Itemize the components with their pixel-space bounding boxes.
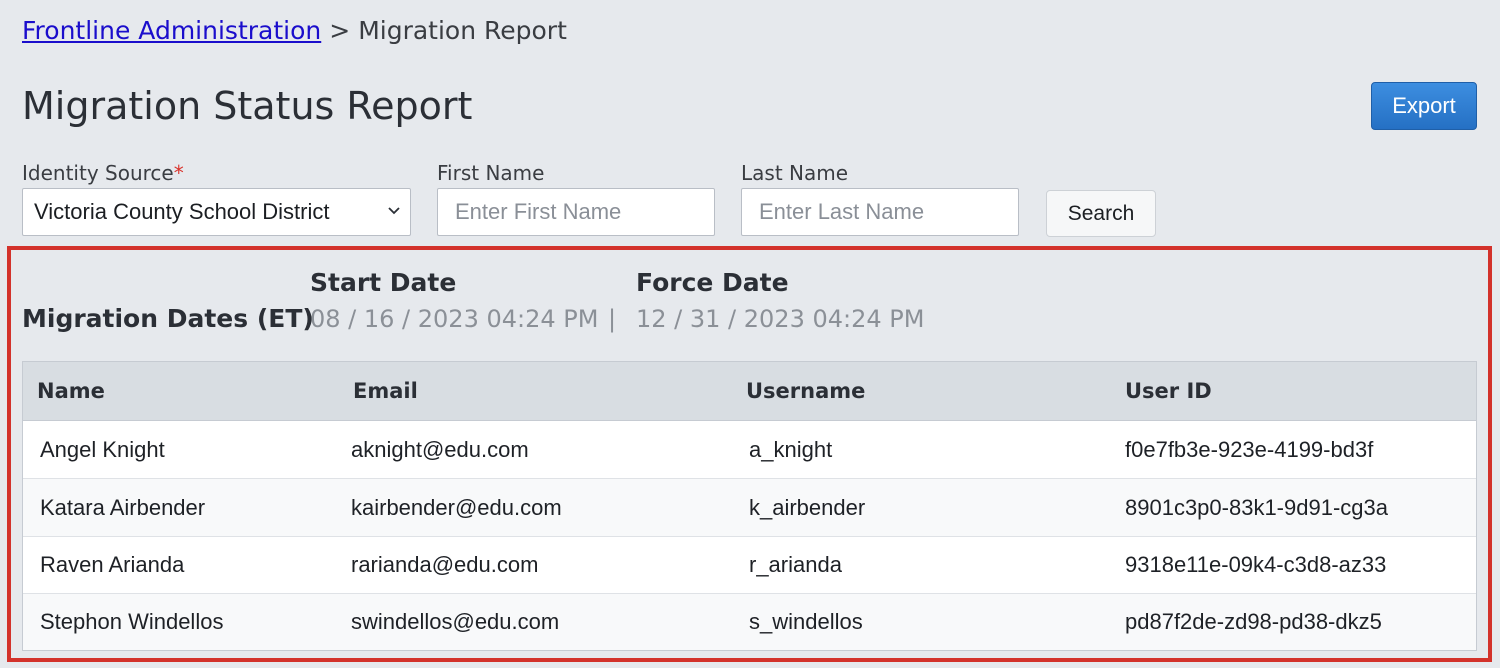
force-date-heading: Force Date — [636, 268, 789, 297]
identity-source-label-text: Identity Source — [22, 161, 174, 185]
table-row[interactable]: Stephon Windellos swindellos@edu.com s_w… — [23, 594, 1476, 650]
cell-username: k_airbender — [749, 494, 866, 520]
table-row[interactable]: Angel Knight aknight@edu.com a_knight f0… — [23, 421, 1476, 479]
cell-name: Stephon Windellos — [40, 609, 224, 634]
cell-username: r_arianda — [749, 552, 842, 577]
cell-email: rarianda@edu.com — [351, 552, 539, 577]
cell-email: swindellos@edu.com — [351, 609, 560, 634]
page-title: Migration Status Report — [22, 84, 473, 128]
cell-name: Katara Airbender — [40, 494, 206, 520]
cell-username: s_windellos — [749, 609, 863, 634]
search-button[interactable]: Search — [1046, 190, 1156, 237]
start-date-value: 08 / 16 / 2023 04:24 PM — [310, 305, 599, 333]
cell-user-id: 8901c3p0-83k1-9d91-cg3a — [1125, 494, 1388, 520]
column-header-name[interactable]: Name — [37, 362, 105, 421]
column-header-email[interactable]: Email — [353, 362, 418, 421]
first-name-label: First Name — [437, 161, 545, 185]
start-date-heading: Start Date — [310, 268, 457, 297]
force-date-value: 12 / 31 / 2023 04:24 PM — [636, 305, 925, 333]
last-name-input[interactable] — [741, 188, 1019, 236]
column-header-username[interactable]: Username — [746, 362, 865, 421]
cell-email: kairbender@edu.com — [351, 494, 562, 520]
last-name-label: Last Name — [741, 161, 849, 185]
users-table: Name Email Username User ID Angel Knight… — [22, 361, 1477, 651]
chevron-down-icon — [388, 207, 400, 215]
migration-dates-label: Migration Dates (ET) — [22, 304, 314, 333]
identity-source-label: Identity Source* — [22, 160, 184, 186]
breadcrumb-link-frontline-administration[interactable]: Frontline Administration — [22, 16, 321, 45]
identity-source-selected-value: Victoria County School District — [34, 199, 330, 224]
cell-user-id: f0e7fb3e-923e-4199-bd3f — [1125, 436, 1374, 462]
cell-name: Raven Arianda — [40, 552, 185, 577]
cell-email: aknight@edu.com — [351, 436, 529, 462]
table-header: Name Email Username User ID — [23, 362, 1476, 421]
column-header-user-id[interactable]: User ID — [1125, 362, 1212, 421]
date-separator: | — [608, 305, 617, 333]
cell-user-id: pd87f2de-zd98-pd38-dkz5 — [1125, 609, 1382, 634]
table-row[interactable]: Raven Arianda rarianda@edu.com r_arianda… — [23, 537, 1476, 594]
table-row[interactable]: Katara Airbender kairbender@edu.com k_ai… — [23, 479, 1476, 537]
breadcrumb-current: Migration Report — [358, 16, 567, 45]
required-mark: * — [173, 161, 184, 185]
export-button[interactable]: Export — [1371, 82, 1477, 130]
breadcrumb: Frontline Administration > Migration Repor… — [22, 14, 567, 48]
cell-user-id: 9318e11e-09k4-c3d8-az33 — [1125, 552, 1387, 577]
breadcrumb-separator: > — [329, 16, 351, 45]
cell-username: a_knight — [749, 436, 833, 462]
cell-name: Angel Knight — [40, 436, 165, 462]
identity-source-select[interactable]: Victoria County School District — [22, 188, 411, 236]
first-name-input[interactable] — [437, 188, 715, 236]
